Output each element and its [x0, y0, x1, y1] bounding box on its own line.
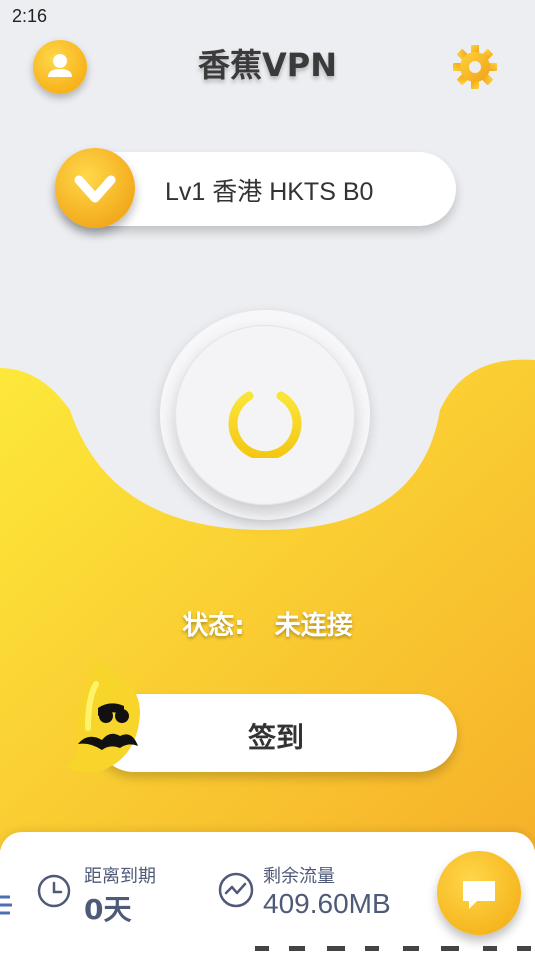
traffic-value: 409.60MB — [263, 888, 391, 919]
status-value: 未连接 — [274, 611, 353, 641]
status-label: 状态: — [182, 611, 245, 641]
power-icon — [228, 379, 302, 458]
gear-icon — [453, 45, 497, 89]
traffic-label: 剩余流量 — [263, 866, 335, 887]
status-bar-time: 2:16 — [12, 6, 48, 26]
server-dropdown-button[interactable] — [55, 148, 135, 228]
clock-icon — [37, 874, 71, 908]
cutoff-content — [255, 946, 531, 951]
settings-button[interactable] — [450, 42, 500, 92]
expiry-label: 距离到期 — [84, 866, 156, 887]
chevron-down-icon — [74, 175, 116, 203]
chat-icon — [463, 881, 495, 909]
banana-mascot-icon — [63, 662, 140, 773]
partial-icon — [0, 895, 12, 915]
expiry-value: 0天 — [84, 893, 132, 926]
server-name: Lv1 香港 HKTS B0 — [165, 178, 374, 206]
connection-status: 状态: 未连接 — [0, 605, 535, 642]
chat-button[interactable] — [437, 851, 521, 935]
traffic-gauge-icon — [218, 872, 254, 908]
